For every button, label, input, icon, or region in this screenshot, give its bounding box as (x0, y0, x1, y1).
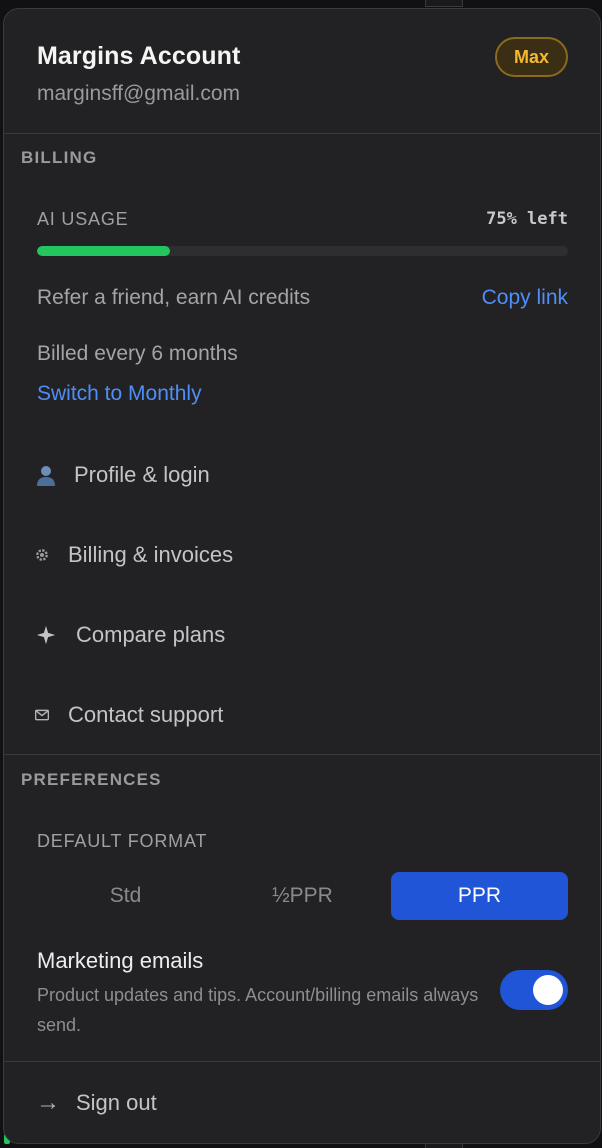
marketing-emails-toggle[interactable] (500, 970, 568, 1010)
menu-item-label: Contact support (68, 702, 224, 727)
menu-item-profile-login[interactable]: Profile & login (34, 455, 574, 495)
plan-badge: Max (495, 37, 568, 77)
format-option-half-ppr[interactable]: ½PPR (214, 872, 391, 920)
window-edge-marker (425, 0, 463, 7)
refer-friend-text: Refer a friend, earn AI credits (37, 286, 311, 309)
billing-cycle-text: Billed every 6 months (37, 342, 238, 365)
divider (4, 133, 600, 134)
copy-link-button[interactable]: Copy link (482, 286, 568, 310)
ai-usage-label: AI USAGE (37, 209, 129, 229)
menu-item-label: Compare plans (76, 622, 226, 647)
menu-item-label: Profile & login (74, 462, 210, 487)
default-format-selector: Std ½PPR PPR (37, 872, 568, 920)
person-icon (34, 463, 58, 487)
ai-usage-remaining: 75% left (486, 209, 568, 229)
account-menu-panel: Margins Account marginsff@gmail.com Max … (3, 8, 601, 1144)
format-option-std[interactable]: Std (37, 872, 214, 920)
account-email: marginsff@gmail.com (37, 82, 240, 105)
marketing-emails-description: Product updates and tips. Account/billin… (37, 985, 479, 1035)
sign-out-label: Sign out (76, 1090, 157, 1115)
arrow-right-icon: → (36, 1089, 60, 1116)
preferences-section-title: PREFERENCES (21, 770, 162, 789)
menu-item-label: Billing & invoices (68, 542, 234, 567)
menu-item-billing-invoices[interactable]: Billing & invoices (34, 535, 574, 575)
sign-out-button[interactable]: → Sign out (36, 1083, 157, 1123)
divider (4, 1061, 600, 1062)
marketing-emails-title: Marketing emails (37, 948, 204, 973)
ai-usage-bar-fill (37, 246, 170, 256)
default-format-label: DEFAULT FORMAT (37, 831, 208, 851)
sparkle-icon (34, 623, 58, 647)
toggle-knob (533, 975, 563, 1005)
account-name: Margins Account (37, 42, 241, 70)
envelope-icon (34, 703, 50, 727)
menu-item-compare-plans[interactable]: Compare plans (34, 615, 574, 655)
account-header: Margins Account marginsff@gmail.com Max (4, 9, 600, 133)
billing-section-title: BILLING (21, 148, 98, 167)
gear-icon (34, 543, 50, 567)
format-option-ppr[interactable]: PPR (391, 872, 568, 920)
switch-to-monthly-link[interactable]: Switch to Monthly (37, 382, 202, 406)
menu-item-contact-support[interactable]: Contact support (34, 695, 574, 735)
screen: Margins Account marginsff@gmail.com Max … (0, 0, 602, 1148)
divider (4, 754, 600, 755)
ai-usage-bar (37, 246, 568, 256)
